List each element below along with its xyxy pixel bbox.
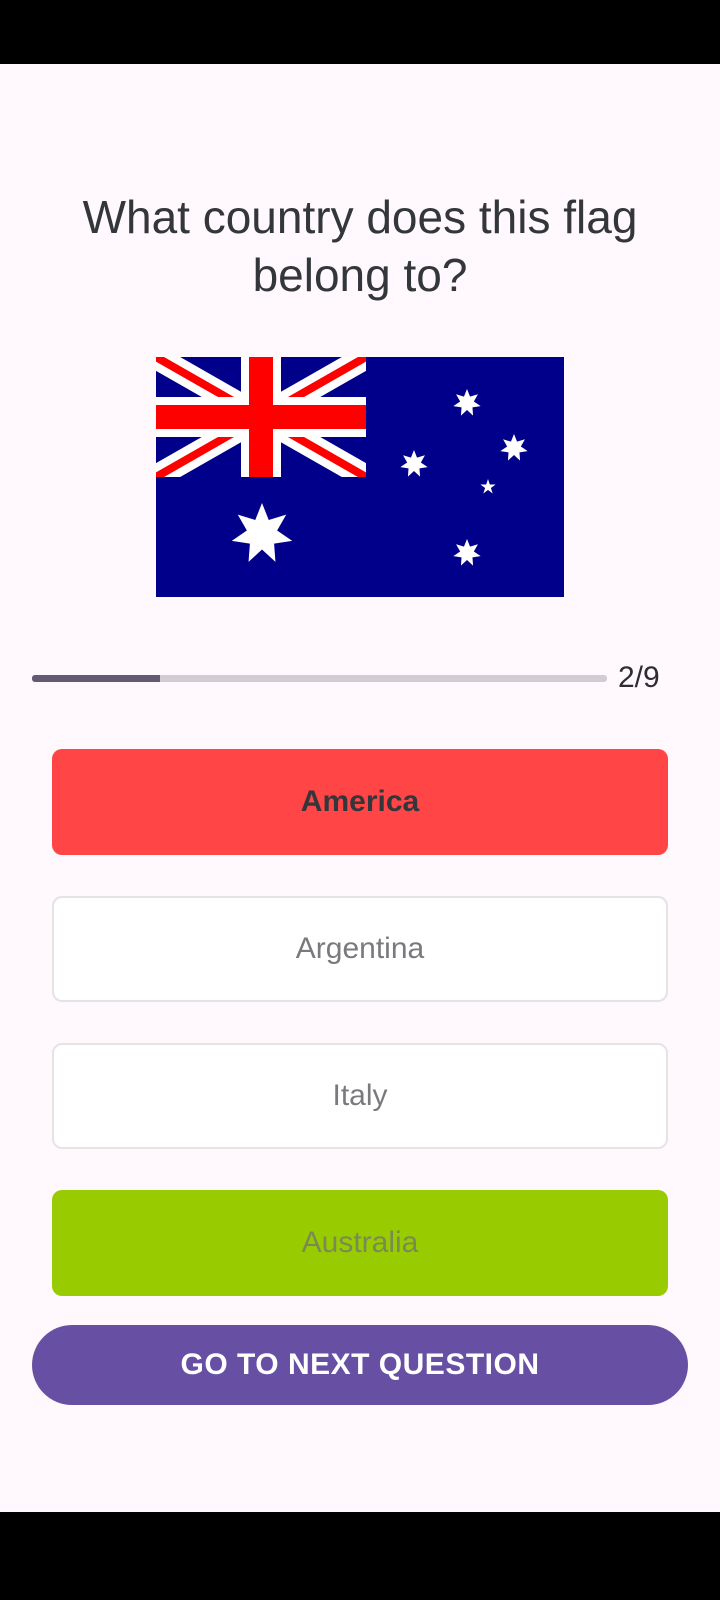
progress-bar (32, 675, 607, 682)
australia-flag-image (156, 357, 564, 597)
navigation-bar (0, 1512, 720, 1600)
quiz-screen: What country does this flag belong to? 2… (0, 64, 720, 1512)
answer-option-italy[interactable]: Italy (52, 1043, 668, 1149)
answer-option-america[interactable]: America (52, 749, 668, 855)
progress-counter: 2/9 (618, 661, 660, 694)
progress-bar-fill (32, 675, 160, 682)
answer-option-australia[interactable]: Australia (52, 1190, 668, 1296)
answer-option-argentina[interactable]: Argentina (52, 896, 668, 1002)
status-bar (0, 0, 720, 64)
question-text: What country does this flag belong to? (82, 191, 638, 301)
next-question-button[interactable]: GO TO NEXT QUESTION (32, 1325, 688, 1405)
